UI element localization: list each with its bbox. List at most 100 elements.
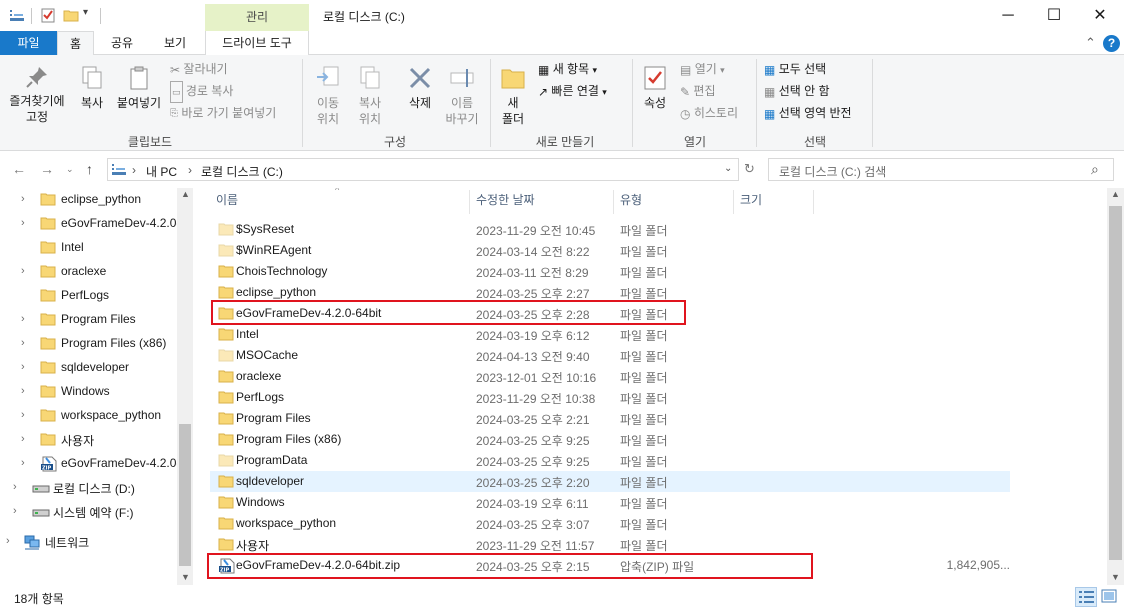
copy-button[interactable]: 복사: [74, 65, 110, 111]
column-header-size[interactable]: 크기: [740, 188, 762, 214]
tab-drive-tools[interactable]: 드라이브 도구: [205, 31, 309, 55]
column-divider[interactable]: [733, 190, 734, 214]
delete-button[interactable]: 삭제: [400, 65, 440, 111]
table-row[interactable]: Program Files (x86) 2024-03-25 오후 9:25 파일 …: [210, 429, 1010, 450]
column-divider[interactable]: [813, 190, 814, 214]
nav-item[interactable]: › workspace_python: [0, 404, 180, 428]
maximize-button[interactable]: ☐: [1031, 0, 1077, 31]
nav-item[interactable]: › Program Files: [0, 308, 180, 332]
file-list-scrollbar-thumb[interactable]: [1109, 206, 1122, 560]
nav-item[interactable]: › eGovFrameDev-4.2.0-: [0, 212, 180, 236]
tab-view[interactable]: 보기: [152, 31, 198, 55]
table-row[interactable]: Intel 2024-03-19 오후 6:12 파일 폴더: [210, 324, 1010, 345]
file-list[interactable]: ^ 이름 수정한 날짜 유형 크기 $SysReset 2023-11-29 오전…: [198, 188, 1108, 584]
column-divider[interactable]: [469, 190, 470, 214]
large-icons-view-icon[interactable]: [1099, 587, 1121, 607]
table-row[interactable]: 사용자 2023-11-29 오전 11:57 파일 폴더: [210, 534, 1010, 555]
nav-item[interactable]: › oraclexe: [0, 260, 180, 284]
table-row[interactable]: $WinREAgent 2024-03-14 오전 8:22 파일 폴더: [210, 240, 1010, 261]
move-to-button[interactable]: 이동 위치: [309, 65, 347, 127]
pin-to-quick-access-button[interactable]: 즐겨찾기에 고정: [4, 65, 70, 125]
table-row[interactable]: Program Files 2024-03-25 오후 2:21 파일 폴더: [210, 408, 1010, 429]
new-item-button[interactable]: ▦ 새 항목 ▾: [538, 59, 597, 79]
expand-chevron-icon[interactable]: ›: [21, 457, 25, 469]
nav-item[interactable]: › Windows: [0, 380, 180, 404]
nav-item[interactable]: › eclipse_python: [0, 188, 180, 212]
customize-dropdown-icon[interactable]: ▾: [83, 7, 99, 23]
scroll-up-icon[interactable]: ▲: [1111, 189, 1120, 199]
expand-chevron-icon[interactable]: ›: [21, 265, 25, 277]
table-row[interactable]: Windows 2024-03-19 오후 6:11 파일 폴더: [210, 492, 1010, 513]
properties-button[interactable]: 속성: [638, 65, 672, 111]
column-header-type[interactable]: 유형: [620, 188, 642, 214]
invert-selection-button[interactable]: ▦ 선택 영역 반전: [764, 103, 852, 123]
nav-network-item[interactable]: › 네트워크: [0, 530, 180, 554]
paste-shortcut-button[interactable]: ⎘ 바로 가기 붙여넣기: [170, 103, 276, 123]
column-header-date[interactable]: 수정한 날짜: [476, 188, 535, 214]
nav-scrollbar-thumb[interactable]: [179, 424, 191, 566]
scroll-down-icon[interactable]: ▼: [181, 572, 190, 582]
nav-item[interactable]: › Program Files (x86): [0, 332, 180, 356]
edit-button[interactable]: ✎ 편집: [680, 81, 716, 101]
open-button[interactable]: ▤ 열기 ▾: [680, 59, 725, 79]
address-bar[interactable]: › 내 PC › 로컬 디스크 (C:) ⌄: [107, 158, 739, 181]
properties-icon[interactable]: [40, 7, 56, 23]
breadcrumb-separator-icon[interactable]: ›: [132, 163, 136, 177]
expand-chevron-icon[interactable]: ›: [21, 409, 25, 421]
search-icon[interactable]: ⌕: [1091, 161, 1099, 178]
scroll-up-icon[interactable]: ▲: [181, 189, 190, 199]
tab-manage[interactable]: 관리: [205, 4, 309, 31]
table-row[interactable]: PerfLogs 2023-11-29 오전 10:38 파일 폴더: [210, 387, 1010, 408]
help-icon[interactable]: ?: [1103, 35, 1120, 52]
table-row[interactable]: workspace_python 2024-03-25 오후 3:07 파일 폴더: [210, 513, 1010, 534]
expand-chevron-icon[interactable]: ›: [6, 535, 10, 547]
history-button[interactable]: ◷ 히스토리: [680, 103, 738, 123]
nav-item[interactable]: Intel: [0, 236, 180, 260]
nav-drive-item[interactable]: › 로컬 디스크 (D:): [0, 476, 180, 500]
tab-file[interactable]: 파일: [0, 31, 57, 55]
select-all-button[interactable]: ▦ 모두 선택: [764, 59, 826, 79]
expand-chevron-icon[interactable]: ›: [21, 433, 25, 445]
expand-chevron-icon[interactable]: ›: [13, 481, 17, 493]
table-row[interactable]: ProgramData 2024-03-25 오후 9:25 파일 폴더: [210, 450, 1010, 471]
collapse-ribbon-icon[interactable]: ⌃: [1085, 35, 1096, 51]
breadcrumb-item[interactable]: 내 PC: [146, 163, 177, 180]
close-button[interactable]: ✕: [1077, 0, 1123, 31]
expand-chevron-icon[interactable]: ›: [21, 385, 25, 397]
forward-arrow-icon[interactable]: →: [40, 161, 54, 177]
nav-item[interactable]: › sqldeveloper: [0, 356, 180, 380]
breadcrumb-separator-icon[interactable]: ›: [188, 163, 192, 177]
expand-chevron-icon[interactable]: ›: [21, 193, 25, 205]
back-arrow-icon[interactable]: ←: [12, 161, 26, 177]
expand-chevron-icon[interactable]: ›: [21, 337, 25, 349]
table-row[interactable]: oraclexe 2023-12-01 오전 10:16 파일 폴더: [210, 366, 1010, 387]
select-none-button[interactable]: ▦ 선택 안 함: [764, 81, 830, 101]
expand-chevron-icon[interactable]: ›: [21, 313, 25, 325]
expand-chevron-icon[interactable]: ›: [21, 217, 25, 229]
scroll-down-icon[interactable]: ▼: [1111, 572, 1120, 582]
new-folder-button[interactable]: 새 폴더: [497, 65, 529, 127]
table-row[interactable]: $SysReset 2023-11-29 오전 10:45 파일 폴더: [210, 219, 1010, 240]
search-input[interactable]: 로컬 디스크 (C:) 검색 ⌕: [768, 158, 1114, 181]
table-row[interactable]: ChoisTechnology 2024-03-11 오전 8:29 파일 폴더: [210, 261, 1010, 282]
nav-item[interactable]: › 사용자: [0, 428, 180, 452]
nav-item[interactable]: › ZIP eGovFrameDev-4.2.0-: [0, 452, 180, 476]
recent-locations-chevron-icon[interactable]: ⌄: [66, 164, 74, 175]
tab-home[interactable]: 홈: [57, 31, 94, 56]
table-row[interactable]: sqldeveloper 2024-03-25 오후 2:20 파일 폴더: [210, 471, 1010, 492]
column-header-name[interactable]: 이름: [216, 188, 238, 214]
minimize-button[interactable]: ─: [985, 0, 1031, 31]
nav-item[interactable]: PerfLogs: [0, 284, 180, 308]
cut-button[interactable]: ✂ 잘라내기: [170, 59, 228, 79]
navigation-pane[interactable]: › eclipse_python › eGovFrameDev-4.2.0- Intel…: [0, 188, 193, 584]
details-view-icon[interactable]: [1075, 587, 1097, 607]
table-row[interactable]: MSOCache 2024-04-13 오전 9:40 파일 폴더: [210, 345, 1010, 366]
copy-to-button[interactable]: 복사 위치: [351, 65, 389, 127]
refresh-icon[interactable]: ↻: [744, 161, 755, 177]
tab-share[interactable]: 공유: [102, 31, 142, 55]
up-arrow-icon[interactable]: ↑: [86, 161, 93, 177]
nav-drive-item[interactable]: › 시스템 예약 (F:): [0, 500, 180, 524]
rename-button[interactable]: 이름 바꾸기: [442, 65, 482, 127]
expand-chevron-icon[interactable]: ›: [21, 361, 25, 373]
copy-path-button[interactable]: ▭ 경로 복사: [170, 81, 233, 103]
